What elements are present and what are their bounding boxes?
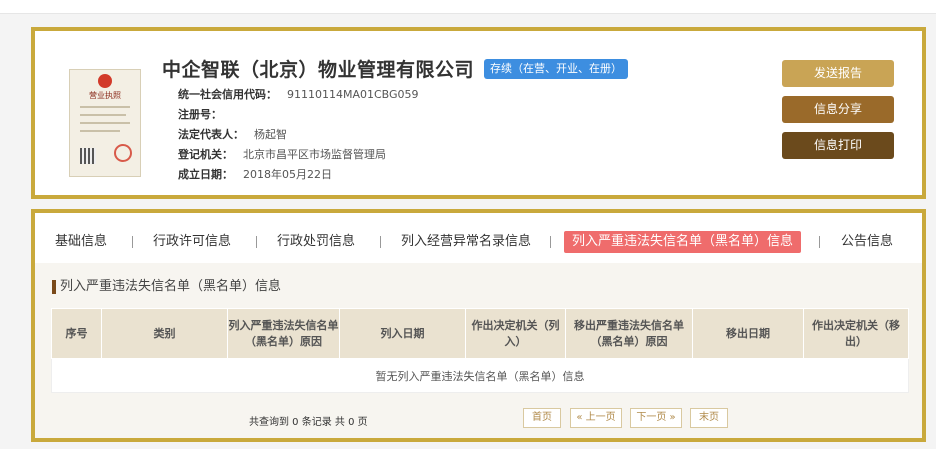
business-license-image: 营业执照 xyxy=(69,69,141,177)
legal-rep-value: 杨起智 xyxy=(254,128,287,141)
tab-admin-penalty[interactable]: 行政处罚信息 xyxy=(277,231,355,253)
founded-date-label: 成立日期： xyxy=(178,168,233,181)
column-header-listing-reason: 列入严重违法失信名单（黑名单）原因 xyxy=(227,308,340,359)
license-text-line xyxy=(80,130,120,132)
tab-divider xyxy=(380,236,381,248)
column-header-listing-date: 列入日期 xyxy=(339,308,466,359)
tab-admin-license[interactable]: 行政许可信息 xyxy=(153,231,231,253)
seal-stamp-icon xyxy=(114,144,132,162)
print-info-button[interactable]: 信息打印 xyxy=(782,132,894,159)
founded-date-value: 2018年05月22日 xyxy=(243,168,332,181)
credit-code-value: 91110114MA01CBG059 xyxy=(287,88,419,101)
legal-rep-row: 法定代表人： 杨起智 xyxy=(178,126,287,142)
empty-state-text: 暂无列入严重违法失信名单（黑名单）信息 xyxy=(51,358,909,393)
company-card: 营业执照 中企智联（北京）物业管理有限公司 存续（在营、开业、在册） 统一社会信… xyxy=(31,27,926,199)
column-header-removal-authority: 作出决定机关（移出） xyxy=(803,308,909,359)
last-page-button[interactable]: 末页 xyxy=(690,408,728,428)
column-header-removal-date: 移出日期 xyxy=(692,308,804,359)
reg-number-row: 注册号： xyxy=(178,106,232,122)
license-text-line xyxy=(80,122,130,124)
tab-divider xyxy=(550,236,551,248)
blacklist-panel: 列入严重违法失信名单（黑名单）信息 序号 类别 列入严重违法失信名单（黑名单）原… xyxy=(35,263,922,438)
company-name: 中企智联（北京）物业管理有限公司 xyxy=(162,59,475,81)
authority-value: 北京市昌平区市场监督管理局 xyxy=(243,148,386,161)
tab-announcements[interactable]: 公告信息 xyxy=(841,231,893,253)
tab-blacklist[interactable]: 列入严重违法失信名单（黑名单）信息 xyxy=(564,231,802,253)
column-header-index: 序号 xyxy=(51,308,102,359)
credit-code-label: 统一社会信用代码： xyxy=(178,88,277,101)
founded-date-row: 成立日期： 2018年05月22日 xyxy=(178,166,332,182)
national-emblem-icon xyxy=(98,74,112,88)
table-row: 暂无列入严重违法失信名单（黑名单）信息 xyxy=(51,358,909,393)
qr-code-icon xyxy=(80,148,96,164)
top-bar xyxy=(0,0,936,14)
tab-basic-info[interactable]: 基础信息 xyxy=(55,231,107,253)
column-header-category: 类别 xyxy=(101,308,228,359)
send-report-button[interactable]: 发送报告 xyxy=(782,60,894,87)
prev-page-button[interactable]: « 上一页 xyxy=(570,408,622,428)
tab-divider xyxy=(256,236,257,248)
credit-code-row: 统一社会信用代码： 91110114MA01CBG059 xyxy=(178,86,419,102)
tab-divider xyxy=(132,236,133,248)
table-header-row: 序号 类别 列入严重违法失信名单（黑名单）原因 列入日期 作出决定机关（列入） … xyxy=(51,308,909,359)
first-page-button[interactable]: 首页 xyxy=(523,408,561,428)
authority-label: 登记机关： xyxy=(178,148,233,161)
license-title: 营业执照 xyxy=(89,91,121,100)
blacklist-table: 序号 类别 列入严重违法失信名单（黑名单）原因 列入日期 作出决定机关（列入） … xyxy=(51,308,909,393)
section-title: 列入严重违法失信名单（黑名单）信息 xyxy=(52,280,281,294)
tab-abnormal-operation[interactable]: 列入经营异常名录信息 xyxy=(401,231,531,253)
status-badge: 存续（在营、开业、在册） xyxy=(484,59,628,79)
reg-number-label: 注册号： xyxy=(178,108,222,121)
license-text-line xyxy=(80,106,130,108)
detail-card: 基础信息 行政许可信息 行政处罚信息 列入经营异常名录信息 列入严重违法失信名单… xyxy=(31,209,926,442)
authority-row: 登记机关： 北京市昌平区市场监督管理局 xyxy=(178,146,386,162)
pagination-summary: 共查询到 0 条记录 共 0 页 xyxy=(249,417,368,428)
legal-rep-label: 法定代表人： xyxy=(178,128,244,141)
tab-divider xyxy=(819,236,820,248)
share-info-button[interactable]: 信息分享 xyxy=(782,96,894,123)
next-page-button[interactable]: 下一页 » xyxy=(630,408,682,428)
column-header-listing-authority: 作出决定机关（列入） xyxy=(465,308,566,359)
tab-bar: 基础信息 行政许可信息 行政处罚信息 列入经营异常名录信息 列入严重违法失信名单… xyxy=(35,213,922,263)
column-header-removal-reason: 移出严重违法失信名单（黑名单）原因 xyxy=(565,308,693,359)
license-text-line xyxy=(80,114,126,116)
